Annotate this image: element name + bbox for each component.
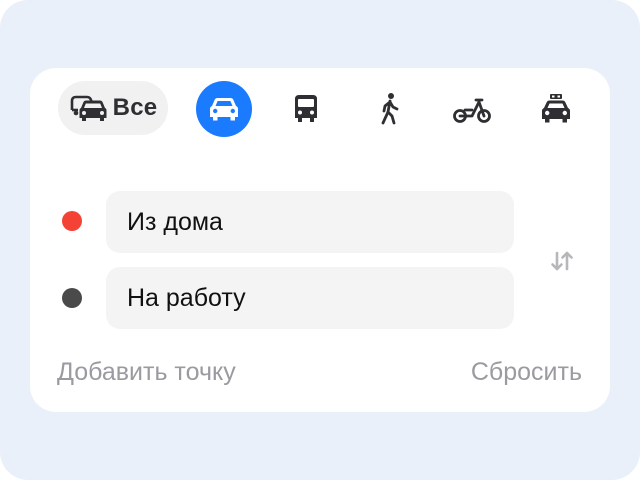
taxi-icon	[539, 93, 573, 125]
origin-marker	[62, 211, 82, 231]
mode-scooter-button[interactable]	[448, 85, 496, 133]
transport-mode-bar: Все	[30, 68, 610, 148]
car-icon	[208, 96, 240, 122]
add-point-link[interactable]: Добавить точку	[57, 358, 236, 387]
scooter-icon	[452, 94, 492, 124]
reset-link[interactable]: Сбросить	[471, 358, 582, 387]
swap-route-button[interactable]	[545, 246, 579, 280]
mode-taxi-button[interactable]	[532, 85, 580, 133]
swap-arrows-icon	[547, 246, 577, 281]
destination-input[interactable]	[106, 267, 514, 329]
origin-input[interactable]	[106, 191, 514, 253]
destination-marker	[62, 288, 82, 308]
cars-icon	[69, 92, 109, 124]
mode-bus-button[interactable]	[282, 85, 330, 133]
mode-all-label: Все	[112, 94, 158, 121]
route-panel: Все Из дома На работу Добавить точку Сбр…	[30, 68, 610, 412]
bus-icon	[291, 93, 321, 125]
mode-car-button[interactable]	[196, 81, 252, 137]
app-frame: Все Из дома На работу Добавить точку Сбр…	[0, 0, 640, 480]
mode-walk-button[interactable]	[366, 85, 414, 133]
mode-all-button[interactable]: Все	[58, 81, 168, 135]
pedestrian-icon	[377, 92, 403, 126]
